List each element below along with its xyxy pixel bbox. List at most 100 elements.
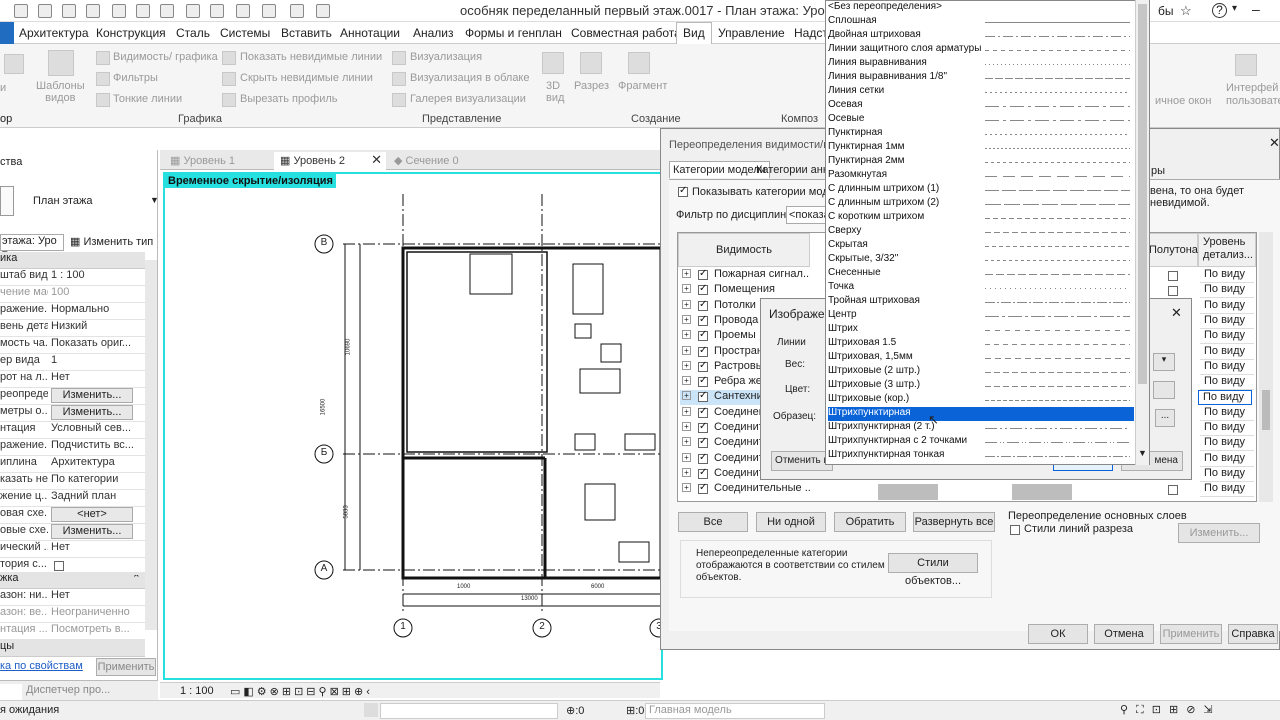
expand-icon[interactable]: + (682, 269, 691, 278)
callout-button[interactable]: Фрагмент (618, 80, 667, 92)
property-row[interactable]: овая схе... <нет> (0, 507, 145, 524)
help-button[interactable]: Справка (1228, 624, 1278, 644)
workset-select[interactable] (380, 703, 558, 719)
property-row[interactable]: нтация ... Посмотреть в... (0, 623, 145, 640)
apply-button[interactable]: Применить (96, 658, 156, 676)
detail-level-cell[interactable]: По виду (1200, 421, 1254, 436)
halftone-checkbox[interactable] (1168, 271, 1178, 281)
property-row[interactable]: азон: ве... Неограниченно (0, 606, 145, 623)
detail-level-cell[interactable]: По виду (1200, 329, 1254, 345)
detail-level-cell[interactable]: По виду (1200, 268, 1254, 283)
pattern-more-button[interactable]: ... (1155, 409, 1175, 427)
expand-icon[interactable]: + (682, 467, 691, 477)
property-row[interactable]: мость ча...Показать ориг... (0, 337, 145, 354)
render-icon[interactable] (392, 51, 406, 65)
tile-icon[interactable] (316, 4, 330, 18)
vg-tab-right[interactable]: ры (1151, 165, 1165, 177)
tab-insert[interactable]: Вставить (281, 26, 332, 40)
property-checkbox[interactable] (54, 561, 64, 571)
color-button[interactable] (1153, 381, 1175, 399)
show-model-categories-checkbox[interactable] (678, 185, 688, 197)
thin-lines-button[interactable]: Тонкие линии (113, 93, 182, 105)
view-templates-button[interactable]: Шаблоны видов (36, 80, 85, 104)
section-button[interactable]: Разрез (574, 80, 609, 92)
tab-systems[interactable]: Системы (220, 26, 270, 40)
property-row[interactable]: иплина Архитектура (0, 456, 145, 473)
edit-cut-styles-button[interactable]: Изменить... (1178, 523, 1260, 543)
expand-icon[interactable]: + (682, 437, 691, 447)
chevron-down-icon[interactable]: ▾ (1232, 3, 1237, 14)
property-row[interactable]: штаб вида1 : 100 (0, 269, 145, 286)
tab-massing[interactable]: Формы и генплан (465, 26, 562, 40)
dimension-icon[interactable] (160, 4, 174, 18)
help-icon[interactable]: ? (1212, 3, 1227, 18)
view-selector[interactable]: этажа: Уро ▾ (0, 234, 64, 260)
property-row[interactable]: чение мас...100 (0, 286, 145, 303)
file-tab[interactable] (0, 22, 14, 44)
project-browser-tab[interactable]: Диспетчер про... (26, 684, 110, 696)
property-row[interactable]: овые схе...Изменить... (0, 524, 145, 541)
filters-icon[interactable] (96, 72, 110, 86)
expand-icon[interactable]: + (682, 314, 691, 324)
tab-level-1[interactable]: ▦ Уровень 1 (164, 152, 241, 170)
visibility-graphics-button[interactable]: Видимость/ графика (113, 51, 218, 63)
category-visibility-checkbox[interactable] (698, 268, 708, 280)
minimize-icon[interactable]: – (1252, 1, 1260, 17)
vg-scroll-thumb[interactable] (1262, 390, 1270, 430)
category-row[interactable]: + Помещения (680, 283, 810, 298)
tab-steel[interactable]: Сталь (176, 26, 210, 40)
main-model-select[interactable]: Главная модель (645, 703, 825, 719)
tab-analyze[interactable]: Анализ (413, 26, 454, 40)
vg-close-icon[interactable]: ✕ (1269, 135, 1280, 151)
sub-close-icon[interactable]: ✕ (1171, 305, 1182, 321)
category-visibility-checkbox[interactable] (698, 436, 708, 449)
type-dropdown-icon[interactable]: ▼ (150, 195, 159, 205)
category-visibility-checkbox[interactable] (698, 482, 708, 495)
category-visibility-checkbox[interactable] (698, 314, 708, 326)
tab-collaborate[interactable]: Совместная работа (571, 26, 681, 40)
switch-windows-icon[interactable] (290, 4, 304, 18)
3d-view-icon[interactable] (542, 52, 564, 74)
halftone-checkbox[interactable] (1168, 286, 1178, 297)
visibility-graphics-icon[interactable] (96, 51, 110, 65)
save-icon[interactable] (14, 4, 28, 18)
text-icon[interactable] (186, 4, 200, 18)
scroll-down-icon[interactable]: ▼ (1138, 448, 1147, 458)
hide-hidden-lines-icon[interactable] (222, 72, 236, 86)
cut-line-styles-checkbox[interactable] (1010, 525, 1020, 535)
property-row[interactable]: ический ... Нет (0, 541, 145, 558)
detail-level-cell[interactable]: По виду (1200, 436, 1254, 452)
hide-hidden-lines-button[interactable]: Скрыть невидимые линии (240, 72, 373, 84)
expand-icon[interactable]: + (682, 330, 691, 340)
property-button[interactable]: <нет> (51, 507, 133, 522)
property-row[interactable]: реопредел...Изменить... (0, 388, 145, 405)
category-visibility-checkbox[interactable] (698, 345, 708, 357)
property-row[interactable]: нтация Условный сев... (0, 422, 145, 439)
discipline-filter-select[interactable]: <показа (786, 206, 830, 224)
expand-all-button[interactable]: Развернуть все (913, 512, 995, 532)
redo-icon[interactable] (86, 4, 100, 18)
expand-icon[interactable]: + (682, 391, 691, 401)
tab-view[interactable]: Вид (676, 22, 712, 44)
tab-structure[interactable]: Конструкция (96, 26, 166, 40)
property-row[interactable]: ражение... Подчистить вс... (0, 439, 145, 456)
property-row[interactable]: жение ц... Задний план (0, 490, 145, 507)
thin-lines-icon[interactable] (96, 93, 110, 107)
vg-apply-button[interactable]: Применить (1160, 624, 1222, 644)
selection-icons[interactable]: ⚲⛶⊡⊞⊘⇲ (1120, 703, 1221, 717)
detail-level-cell[interactable]: По виду (1200, 360, 1254, 375)
category-visibility-checkbox[interactable] (698, 421, 708, 433)
dropdown-scroll-thumb[interactable] (1138, 4, 1147, 384)
tab-annotate[interactable]: Аннотации (340, 26, 400, 40)
render-cloud-icon[interactable] (392, 72, 406, 86)
cut-profile-button[interactable]: Вырезать профиль (240, 93, 338, 105)
category-visibility-checkbox[interactable] (698, 406, 708, 418)
expand-icon[interactable]: + (682, 360, 691, 370)
close-icon[interactable]: ✕ (371, 152, 382, 168)
vg-table-scrollbar[interactable] (1259, 232, 1273, 502)
expand-icon[interactable]: + (682, 284, 691, 294)
weight-dropdown-icon[interactable]: ▾ (1153, 353, 1175, 371)
category-visibility-checkbox[interactable] (698, 467, 708, 479)
drawing-canvas[interactable]: Временное скрытие/изоляция В Б А 1 2 3 1… (163, 172, 663, 680)
expand-icon[interactable]: + (682, 483, 691, 493)
